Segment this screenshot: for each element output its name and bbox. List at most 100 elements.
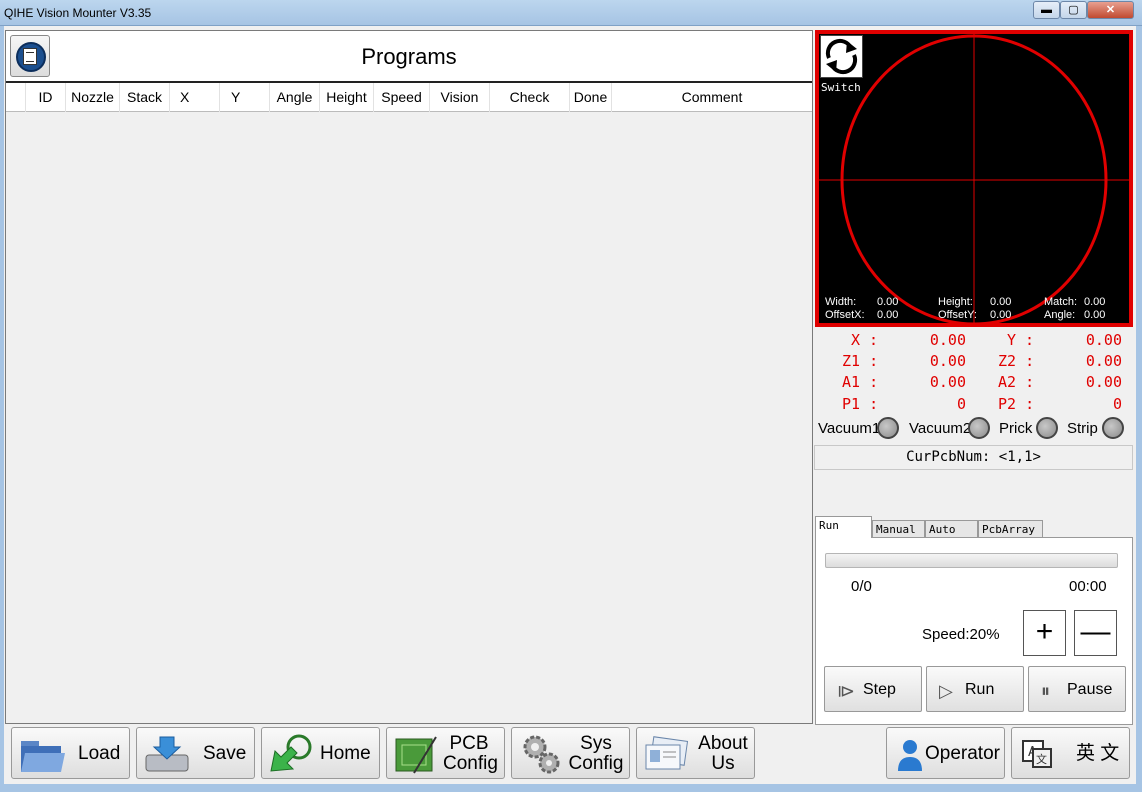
col-y[interactable]: Y — [220, 83, 270, 112]
play-icon: ▷ — [939, 681, 953, 701]
step-label: Step — [863, 681, 896, 698]
y-value: 0.00 — [1085, 331, 1122, 349]
pause-icon: ⏸ — [1041, 681, 1050, 701]
height-label: Height: — [938, 296, 973, 308]
col-vision[interactable]: Vision — [430, 83, 490, 112]
match-label: Match: — [1044, 296, 1078, 308]
run-progress-bar — [825, 553, 1118, 568]
pause-button[interactable]: ⏸ Pause — [1028, 666, 1126, 712]
angle-value: 0.00 — [1084, 309, 1106, 321]
run-button[interactable]: ▷ Run — [926, 666, 1024, 712]
strip-label: Strip — [1067, 420, 1098, 437]
match-value: 0.00 — [1084, 296, 1106, 308]
prick-indicator[interactable] — [1036, 417, 1058, 439]
load-label: Load — [78, 743, 121, 764]
sys-config-label-line2: Config — [568, 753, 624, 774]
save-button[interactable]: Save — [136, 727, 255, 779]
pcb-config-button[interactable]: PCB Config — [386, 727, 505, 779]
width-label: Width: — [825, 296, 857, 308]
operator-label: Operator — [925, 743, 1000, 764]
gears-icon — [523, 735, 560, 774]
y-label: Y : — [1007, 331, 1035, 349]
tab-pcbarray[interactable]: PcbArray — [978, 520, 1043, 538]
speed-increase-button[interactable]: + — [1023, 610, 1066, 656]
x-label: X : — [851, 331, 879, 349]
col-done[interactable]: Done — [570, 83, 612, 112]
switch-camera-button[interactable] — [820, 35, 863, 78]
home-label: Home — [320, 743, 371, 764]
x-value: 0.00 — [929, 331, 966, 349]
language-label: 英 文 — [1076, 743, 1120, 764]
col-speed[interactable]: Speed — [374, 83, 430, 112]
p1-value: 0 — [956, 395, 966, 413]
program-count: 0/0 — [851, 578, 872, 595]
row-selector-header[interactable] — [6, 83, 26, 112]
folder-icon — [21, 741, 65, 772]
about-us-label-line2: Us — [711, 753, 735, 774]
col-x[interactable]: X — [170, 83, 220, 112]
pcb-config-label-line2: Config — [443, 753, 498, 774]
vacuum1-indicator[interactable] — [877, 417, 899, 439]
current-pcb-number: CurPcbNum: <1,1> — [814, 445, 1133, 470]
save-drive-icon — [145, 736, 189, 772]
title-bar[interactable]: QIHE Vision Mounter V3.35 ▬ ▢ ✕ — [0, 0, 1142, 26]
tab-auto[interactable]: Auto — [925, 520, 978, 538]
angle-label: Angle: — [1044, 309, 1076, 321]
step-icon: ⧐ — [837, 681, 855, 701]
vacuum2-label: Vacuum2 — [909, 420, 972, 437]
col-id[interactable]: ID — [26, 83, 66, 112]
vacuum2-indicator[interactable] — [968, 417, 990, 439]
home-button[interactable]: Home — [261, 727, 380, 779]
program-table-body[interactable] — [6, 113, 812, 723]
programs-title: Programs — [361, 44, 457, 69]
tab-manual[interactable]: Manual — [872, 520, 925, 538]
language-button[interactable]: A 文 英 文 — [1011, 727, 1130, 779]
operator-button[interactable]: Operator — [886, 727, 1005, 779]
p2-label: P2 : — [998, 395, 1035, 413]
a2-label: A2 : — [998, 373, 1035, 391]
sys-config-button[interactable]: Sys Config — [511, 727, 630, 779]
speed-decrease-button[interactable]: — — [1074, 610, 1117, 656]
crosshair-overlay — [819, 34, 1129, 323]
window-frame-bottom — [0, 784, 1142, 792]
contact-card-icon — [645, 736, 689, 770]
vacuum1-label: Vacuum1 — [818, 420, 881, 437]
col-height[interactable]: Height — [320, 83, 374, 112]
offsety-value: 0.00 — [990, 309, 1012, 321]
save-label: Save — [203, 743, 247, 764]
p2-value: 0 — [1112, 395, 1122, 413]
maximize-button[interactable]: ▢ — [1060, 1, 1087, 19]
load-button[interactable]: Load — [11, 727, 130, 779]
col-comment[interactable]: Comment — [612, 83, 812, 112]
rotate-arrows-icon — [825, 38, 858, 75]
user-icon — [898, 740, 922, 771]
prick-label: Prick — [999, 420, 1033, 437]
tab-run[interactable]: Run — [815, 516, 872, 538]
p1-label: P1 : — [842, 395, 879, 413]
z2-label: Z2 : — [998, 352, 1035, 370]
strip-indicator[interactable] — [1102, 417, 1124, 439]
offsetx-label: OffsetX: — [825, 309, 865, 321]
home-pointer-icon — [270, 734, 312, 772]
col-nozzle[interactable]: Nozzle — [66, 83, 120, 112]
z1-label: Z1 : — [842, 352, 879, 370]
close-button[interactable]: ✕ — [1087, 1, 1134, 19]
program-table-header: ID Nozzle Stack X Y Angle Height Speed V… — [6, 83, 812, 112]
col-angle[interactable]: Angle — [270, 83, 320, 112]
about-us-label-line1: About — [698, 733, 748, 754]
col-stack[interactable]: Stack — [120, 83, 170, 112]
window-frame-right — [1136, 26, 1142, 792]
translate-icon: A 文 — [1022, 740, 1052, 768]
pcb-board-icon — [395, 736, 437, 774]
sys-config-label-line1: Sys — [580, 733, 612, 754]
elapsed-time: 00:00 — [1069, 578, 1107, 595]
step-button[interactable]: ⧐ Step — [824, 666, 922, 712]
speed-readout: Speed:20% — [922, 626, 1000, 643]
camera-view[interactable]: Switch Width: 0.00 Height: 0.00 Match: 0… — [815, 30, 1133, 327]
minimize-button[interactable]: ▬ — [1033, 1, 1060, 19]
about-us-button[interactable]: About Us — [636, 727, 755, 779]
height-value: 0.00 — [990, 296, 1012, 308]
programs-panel: Programs ID Nozzle Stack X Y Angle Heigh… — [5, 30, 813, 724]
svg-text:文: 文 — [1036, 752, 1047, 766]
col-check[interactable]: Check — [490, 83, 570, 112]
